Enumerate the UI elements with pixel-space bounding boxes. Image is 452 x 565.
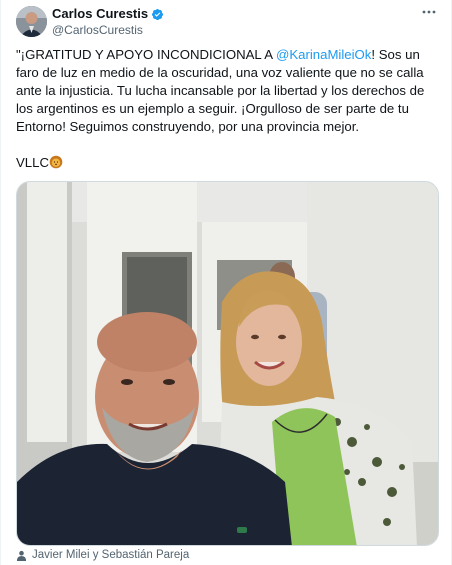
- verified-badge-icon: [152, 8, 164, 20]
- more-options-icon[interactable]: [421, 4, 437, 25]
- author-handle[interactable]: @CarlosCurestis: [52, 22, 164, 38]
- signature-text: VLLC: [16, 155, 49, 170]
- mention-link[interactable]: @KarinaMileiOk: [276, 47, 371, 62]
- tweet-text: "¡GRATITUD Y APOYO INCONDICIONAL A @Kari…: [16, 46, 441, 136]
- author-display-name-text[interactable]: Carlos Curestis: [52, 6, 148, 22]
- tagged-people[interactable]: Javier Milei y Sebastián Pareja: [16, 549, 189, 561]
- tweet-card: Carlos Curestis @CarlosCurestis "¡GRATIT…: [0, 0, 452, 565]
- author-display-name[interactable]: Carlos Curestis: [52, 6, 164, 22]
- tweet-header: Carlos Curestis @CarlosCurestis: [16, 6, 441, 40]
- photo-selfie: [17, 182, 438, 545]
- tweet-photo[interactable]: [16, 181, 439, 546]
- lion-emoji: [49, 155, 63, 169]
- person-tag-icon: [16, 550, 27, 561]
- tagged-people-text[interactable]: Javier Milei y Sebastián Pareja: [32, 549, 189, 561]
- tweet-text-part-1: "¡GRATITUD Y APOYO INCONDICIONAL A: [16, 47, 276, 62]
- author-names: Carlos Curestis @CarlosCurestis: [52, 6, 164, 38]
- tweet-signature: VLLC: [16, 154, 63, 172]
- author-avatar[interactable]: [16, 6, 47, 37]
